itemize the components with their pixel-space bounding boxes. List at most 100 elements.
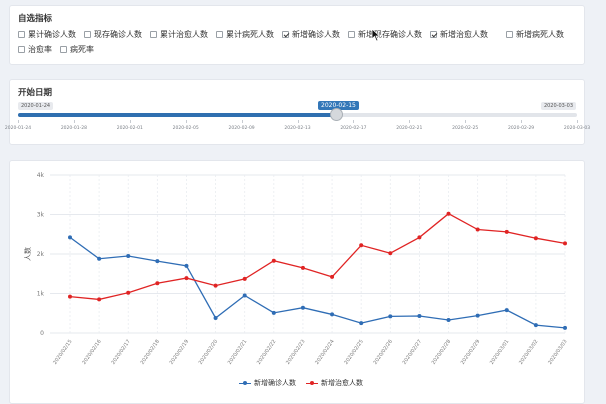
y-tick-label: 4k: [37, 172, 45, 179]
checkbox[interactable]: [18, 31, 25, 38]
data-point: [388, 251, 393, 256]
slider-tick-label: 2020-02-01: [116, 126, 143, 131]
slider-tick-label: 2020-02-09: [228, 126, 255, 131]
checkbox[interactable]: [18, 46, 25, 53]
slider-tick-mark: [465, 120, 467, 123]
mouse-cursor-icon: [371, 28, 381, 42]
x-tick-label: 2020/03/03: [547, 339, 568, 366]
data-point: [155, 281, 160, 286]
indicator-checkbox-item[interactable]: 累计确诊人数: [18, 29, 76, 40]
legend-item[interactable]: 新增治愈人数: [306, 378, 363, 388]
x-tick-label: 2020/02/20: [198, 339, 219, 366]
x-tick-label: 2020/02/18: [140, 339, 161, 366]
slider-tick-mark: [73, 120, 75, 123]
indicator-checkbox-item[interactable]: 累计治愈人数: [150, 29, 208, 40]
data-point: [97, 256, 102, 261]
data-point: [417, 314, 422, 319]
x-tick-label: 2020/02/28: [431, 339, 452, 366]
data-point: [242, 276, 247, 281]
checkbox[interactable]: [216, 31, 223, 38]
checkbox[interactable]: [430, 31, 437, 38]
x-tick-label: 2020/02/26: [372, 339, 393, 366]
x-tick-label: 2020/03/02: [518, 339, 539, 366]
data-point: [184, 276, 189, 281]
indicator-checkbox-item[interactable]: 新增现存确诊人数: [348, 29, 422, 40]
indicator-checkbox-label: 新增现存确诊人数: [358, 30, 422, 39]
slider-tick-mark: [521, 120, 523, 123]
data-point: [475, 227, 480, 232]
data-point: [213, 315, 218, 320]
x-tick-label: 2020/02/24: [314, 339, 335, 366]
chart-panel: 0 1k 2k 3k 4k 2020/02/15 2020/02/16 2020/02/17 2…: [9, 160, 585, 404]
indicator-checkbox-list: 累计确诊人数 现存确诊人数 累计治愈人数 累计病死人数 新增确诊人数 新增现存确诊人数 新增…: [18, 29, 576, 59]
slider-tick-label: 2020-02-13: [284, 126, 311, 131]
data-point: [475, 313, 480, 318]
legend-swatch: [306, 380, 318, 385]
start-date-panel: 开始日期 2020-01-24 2020-02-15 2020-03-03 20…: [5, 79, 590, 145]
slider-max-label: 2020-03-03: [540, 102, 576, 110]
indicator-checkbox-label: 新增确诊人数: [292, 30, 340, 39]
slider-tick-mark: [577, 120, 578, 123]
slider-tick-label: 2020-02-25: [452, 126, 479, 131]
x-tick-label: 2020/02/23: [285, 339, 306, 366]
data-point: [330, 312, 335, 317]
checkbox[interactable]: [84, 31, 91, 38]
slider-tick-label: 2020-02-17: [340, 126, 367, 131]
chart-legend: 新增确诊人数 新增治愈人数: [239, 378, 373, 388]
checkbox[interactable]: [506, 31, 513, 38]
x-tick-label: 2020/02/21: [227, 339, 248, 366]
series-line: [69, 236, 566, 329]
slider-tick-label: 2020-02-29: [508, 126, 535, 131]
y-tick-label: 0: [40, 330, 44, 337]
x-tick-label: 2020/02/17: [110, 339, 131, 366]
data-point: [126, 290, 131, 295]
indicator-checkbox-item[interactable]: 新增病死人数: [506, 29, 564, 40]
data-point: [300, 265, 305, 270]
x-tick-label: 2020/03/01: [489, 339, 510, 366]
indicator-checkbox-item[interactable]: 现存确诊人数: [84, 29, 142, 40]
indicator-checkbox-item[interactable]: 治愈率: [18, 44, 52, 55]
data-point: [330, 274, 335, 279]
slider-thumb[interactable]: [330, 108, 343, 121]
indicator-checkbox-item[interactable]: 累计病死人数: [216, 29, 274, 40]
series-line: [69, 212, 566, 301]
data-point: [155, 259, 160, 264]
indicator-checkbox-label: 新增病死人数: [516, 30, 564, 39]
indicator-panel: 自选指标 累计确诊人数 现存确诊人数 累计治愈人数 累计病死人数 新增确诊人数 新增现存确…: [9, 5, 585, 65]
data-point: [359, 243, 364, 248]
checkbox[interactable]: [348, 31, 355, 38]
data-point: [533, 236, 538, 241]
checkbox[interactable]: [282, 31, 289, 38]
slider-tick-mark: [185, 120, 187, 123]
data-point: [300, 305, 305, 310]
slider-tick-mark: [129, 120, 131, 123]
checkbox[interactable]: [150, 31, 157, 38]
data-point: [446, 211, 451, 216]
indicator-checkbox-item[interactable]: 病死率: [60, 44, 94, 55]
data-point: [417, 235, 422, 240]
x-tick-label: 2020/02/16: [81, 339, 102, 366]
slider-tick-label: 2020-02-05: [172, 126, 199, 131]
x-tick-label: 2020/02/15: [52, 339, 73, 366]
x-tick-label: 2020/02/22: [256, 339, 277, 366]
data-point: [68, 235, 72, 240]
x-tick-label: 2020/02/19: [169, 339, 190, 366]
indicator-checkbox-item[interactable]: 新增确诊人数: [282, 29, 340, 40]
x-tick-label: 2020/02/25: [343, 339, 364, 366]
slider-track[interactable]: [18, 108, 577, 121]
data-point: [533, 323, 538, 328]
x-tick-label: 2020/02/29: [460, 339, 481, 366]
y-tick-label: 1k: [37, 291, 45, 298]
data-point: [97, 297, 102, 302]
slider-tick-mark: [18, 120, 19, 123]
checkbox[interactable]: [60, 46, 67, 53]
legend-item[interactable]: 新增确诊人数: [239, 378, 296, 388]
slider-min-label: 2020-01-24: [18, 102, 54, 110]
slider-tick-label: 2020-01-24: [4, 126, 32, 131]
indicator-checkbox-label: 治愈率: [28, 45, 52, 54]
slider-tick-mark: [241, 120, 243, 123]
data-point: [563, 241, 567, 246]
indicator-checkbox-item[interactable]: 新增治愈人数: [430, 29, 488, 40]
legend-swatch: [239, 380, 251, 385]
indicator-checkbox-label: 病死率: [70, 45, 94, 54]
